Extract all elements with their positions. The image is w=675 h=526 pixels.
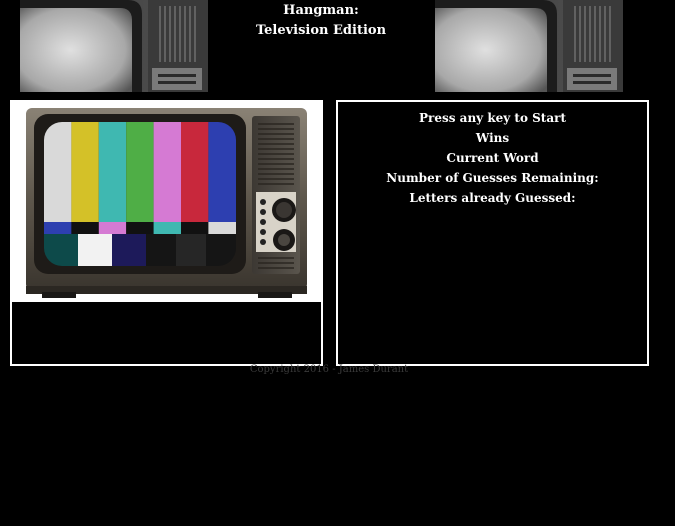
tv-photo: [12, 102, 321, 302]
letters-guessed-label: Letters already Guessed:: [409, 191, 576, 205]
title-line-1: Hangman:: [283, 3, 359, 18]
title-line-2: Television Edition: [255, 23, 387, 38]
header-tv-image-left: [20, 0, 208, 92]
vintage-tv-closeup-icon: [20, 0, 208, 92]
wins-label: Wins: [475, 131, 510, 145]
guesses-remaining-label: Number of Guesses Remaining:: [386, 171, 599, 185]
game-status-panel: Press any key to Start Wins Current Word…: [336, 100, 649, 366]
current-word-label: Current Word: [446, 151, 539, 165]
color-bars-television-icon: [26, 108, 307, 298]
tv-image-panel: [10, 100, 323, 366]
copyright-text: Copyright 2016 - James Durant: [249, 364, 409, 375]
header-tv-image-right: [435, 0, 623, 92]
vintage-tv-closeup-icon: [435, 0, 623, 92]
start-prompt: Press any key to Start: [419, 111, 566, 125]
